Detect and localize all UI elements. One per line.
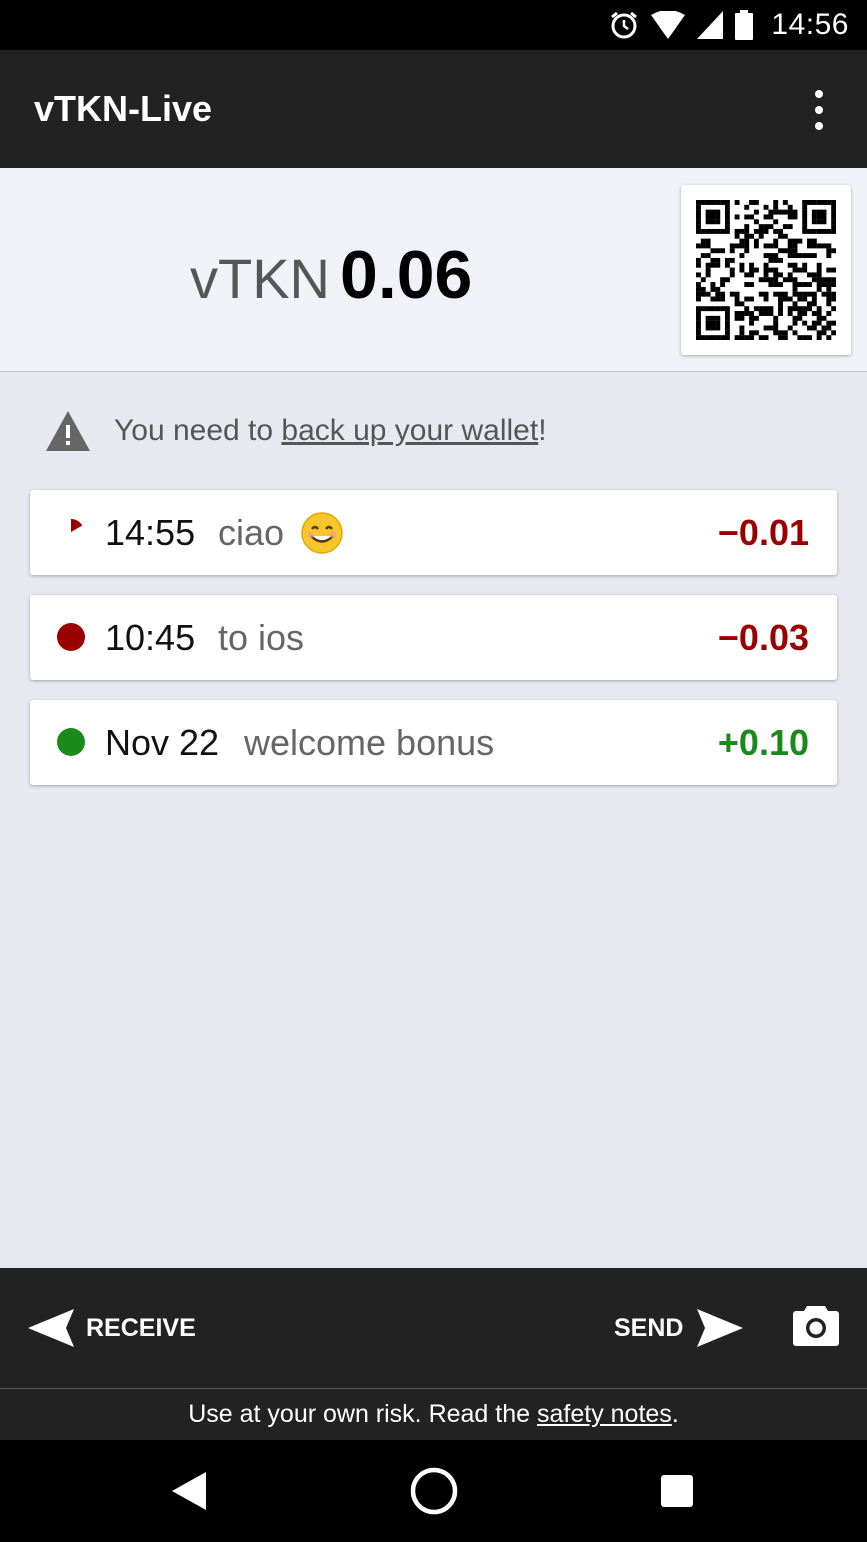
app-bar: vTKN-Live <box>0 50 867 168</box>
send-label: SEND <box>614 1313 684 1342</box>
transaction-amount: +0.10 <box>717 721 809 763</box>
send-arrow-icon <box>697 1309 744 1347</box>
qr-code-icon <box>696 200 836 340</box>
pending-icon <box>71 518 83 532</box>
status-time: 14:56 <box>771 8 849 41</box>
transaction-time: Nov 22 <box>105 721 220 763</box>
signal-icon <box>697 11 724 39</box>
receive-label: RECEIVE <box>86 1313 196 1342</box>
transaction-row[interactable]: 14:55 ciao −0.01 <box>30 490 837 575</box>
backup-warning-prefix: You need to <box>114 414 282 447</box>
balance-header: vTKN 0.06 <box>0 168 867 372</box>
home-icon[interactable] <box>409 1466 459 1516</box>
safety-notes-link[interactable]: safety notes <box>537 1400 672 1429</box>
received-dot-icon <box>57 728 85 756</box>
battery-icon <box>735 10 754 40</box>
wifi-icon <box>651 11 686 39</box>
transaction-memo: ciao <box>218 511 285 553</box>
balance-display: vTKN 0.06 <box>190 236 472 314</box>
balance-amount: 0.06 <box>340 237 473 313</box>
status-bar: 14:56 <box>0 0 867 50</box>
recents-icon[interactable] <box>661 1475 693 1507</box>
more-vert-icon[interactable] <box>807 90 831 130</box>
warning-icon <box>46 411 90 451</box>
backup-warning-suffix: ! <box>538 414 547 447</box>
disclaimer: Use at your own risk. Read the safety no… <box>0 1388 867 1440</box>
qr-code-button[interactable] <box>681 185 851 355</box>
smiling-face-emoji-icon <box>301 512 343 554</box>
transaction-memo: welcome bonus <box>244 721 495 763</box>
camera-icon[interactable] <box>793 1304 839 1346</box>
transaction-time: 10:45 <box>105 616 196 658</box>
app-title: vTKN-Live <box>34 88 213 129</box>
disclaimer-prefix: Use at your own risk. Read the <box>188 1400 531 1428</box>
alarm-icon <box>611 11 638 39</box>
transaction-amount: −0.03 <box>717 616 809 658</box>
status-icons: 14:56 <box>609 0 849 50</box>
backup-warning: You need to back up your wallet! <box>44 406 547 456</box>
transaction-time: 14:55 <box>105 511 196 553</box>
transaction-memo: to ios <box>218 616 305 658</box>
action-bar: RECEIVE SEND <box>0 1268 867 1388</box>
backup-wallet-link[interactable]: back up your wallet <box>281 414 538 447</box>
sent-dot-icon <box>57 623 85 651</box>
backup-warning-text: You need to back up your wallet! <box>114 414 547 448</box>
transaction-row[interactable]: 10:45 to ios −0.03 <box>30 595 837 680</box>
balance-currency: vTKN <box>190 247 330 310</box>
transaction-amount: −0.01 <box>717 511 809 553</box>
receive-button[interactable]: RECEIVE <box>28 1306 196 1350</box>
receive-arrow-icon <box>28 1309 74 1347</box>
transaction-row[interactable]: Nov 22 welcome bonus +0.10 <box>30 700 837 785</box>
disclaimer-suffix: . <box>671 1400 679 1428</box>
back-icon[interactable] <box>172 1472 206 1510</box>
system-nav-bar <box>0 1440 867 1542</box>
send-button[interactable]: SEND <box>614 1306 744 1350</box>
transaction-list: 14:55 ciao −0.01 10:45 to ios −0.03 Nov … <box>30 490 837 805</box>
